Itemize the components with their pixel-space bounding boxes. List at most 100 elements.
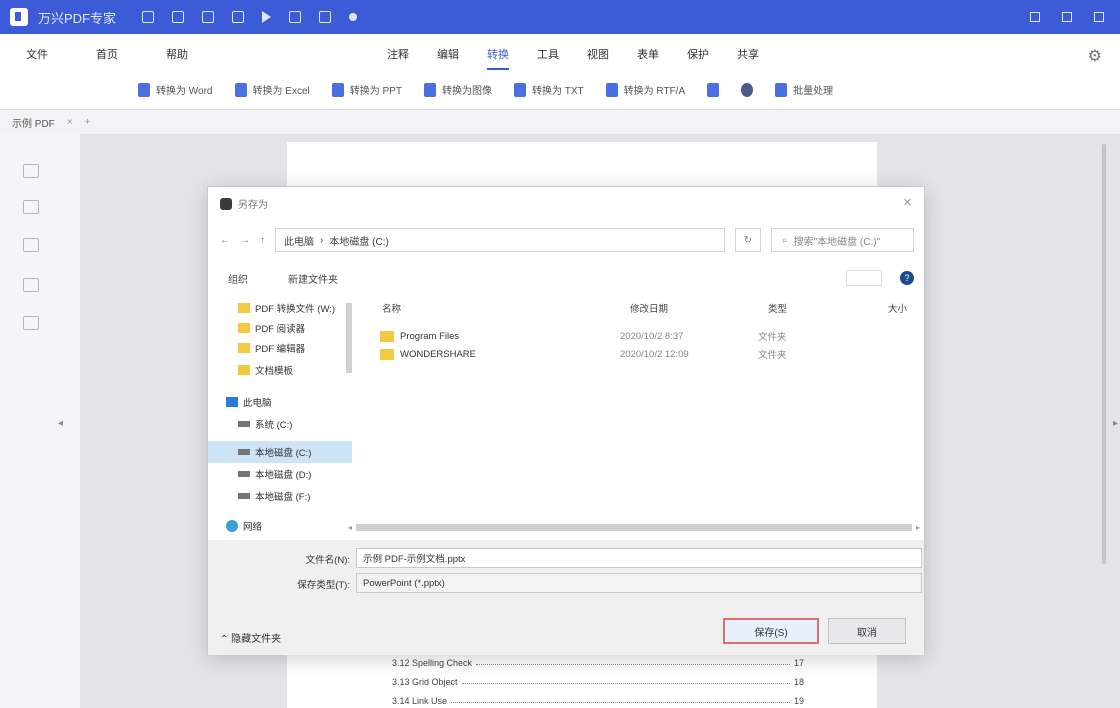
document-scrollbar[interactable] bbox=[1102, 144, 1106, 564]
nav-item-selected[interactable]: 本地磁盘 (C:) bbox=[238, 445, 311, 459]
hide-folders-toggle[interactable]: ⌃ 隐藏文件夹 bbox=[220, 630, 281, 645]
dialog-app-icon bbox=[220, 197, 232, 210]
nav-scrollbar[interactable] bbox=[346, 303, 352, 373]
forward-icon[interactable]: → bbox=[240, 235, 250, 246]
comment-icon[interactable] bbox=[23, 238, 39, 252]
excel-icon bbox=[234, 82, 247, 97]
tab-protect[interactable]: 保护 bbox=[687, 46, 709, 70]
convert-image-button[interactable]: 转换为图像 bbox=[423, 82, 492, 97]
file-row[interactable]: Program Files 2020/10/2 8:37 文件夹 bbox=[380, 329, 810, 343]
folder-icon bbox=[380, 348, 394, 360]
search-icon: ⌕ bbox=[782, 234, 788, 246]
expand-right-panel-icon[interactable]: ▸ bbox=[1113, 418, 1118, 429]
up-icon[interactable]: ↑ bbox=[260, 235, 265, 246]
dialog-close-icon[interactable]: ✕ bbox=[903, 196, 912, 209]
settings-icon[interactable]: ⚙ bbox=[1088, 46, 1102, 66]
folder-icon bbox=[238, 365, 250, 375]
column-header-name[interactable]: 名称 bbox=[382, 301, 401, 315]
dropdown-icon[interactable] bbox=[349, 13, 358, 21]
convert-txt-button[interactable]: 转换为 TXT bbox=[513, 82, 584, 97]
maximize-icon[interactable] bbox=[1062, 12, 1072, 22]
toc-line: 3.13 Grid Object 18 bbox=[392, 677, 804, 687]
nav-item-network[interactable]: 网络 bbox=[226, 519, 262, 533]
search-icon[interactable] bbox=[23, 316, 39, 330]
close-icon[interactable] bbox=[1094, 12, 1104, 22]
undo-icon[interactable] bbox=[289, 11, 302, 23]
column-header-type[interactable]: 类型 bbox=[768, 301, 787, 315]
batch-button[interactable]: 批量处理 bbox=[775, 82, 833, 97]
convert-excel-button[interactable]: 转换为 Excel bbox=[234, 82, 310, 97]
tab-convert[interactable]: 转换 bbox=[487, 46, 509, 70]
tab-share[interactable]: 共享 bbox=[737, 46, 759, 70]
save-icon[interactable] bbox=[142, 11, 155, 23]
column-header-size[interactable]: 大小 bbox=[888, 301, 907, 315]
drive-icon bbox=[238, 449, 250, 455]
nav-item[interactable]: 本地磁盘 (D:) bbox=[238, 467, 311, 481]
thumbnail-icon[interactable] bbox=[23, 164, 39, 178]
nav-item[interactable]: 文档模板 bbox=[238, 363, 293, 377]
tab-comment[interactable]: 注释 bbox=[387, 46, 409, 70]
search-input[interactable]: ⌕ 搜索"本地磁盘 (C:)" bbox=[771, 228, 914, 252]
toc-line: 3.14 Link Use 19 bbox=[392, 696, 804, 706]
address-segment-drive[interactable]: 本地磁盘 (C:) bbox=[329, 233, 388, 248]
filetype-select[interactable]: PowerPoint (*.pptx) bbox=[356, 573, 922, 593]
convert-word-button[interactable]: 转换为 Word bbox=[138, 82, 213, 97]
nav-item[interactable]: 系统 (C:) bbox=[238, 417, 292, 431]
redo-icon[interactable] bbox=[319, 11, 332, 23]
scroll-left-icon[interactable]: ◂ bbox=[348, 523, 352, 532]
convert-ppt-button[interactable]: 转换为 PPT bbox=[331, 82, 402, 97]
bookmark-icon[interactable] bbox=[23, 200, 39, 214]
nav-item-this-pc[interactable]: 此电脑 bbox=[226, 395, 272, 409]
file-list-horizontal-scrollbar[interactable]: ◂ ▸ bbox=[348, 521, 920, 533]
image-icon bbox=[423, 82, 436, 97]
print-icon[interactable] bbox=[172, 11, 185, 23]
collapse-panel-icon[interactable]: ◂ bbox=[58, 418, 63, 429]
command-bar: 组织 新建文件夹 ? bbox=[220, 267, 914, 289]
cancel-button[interactable]: 取消 bbox=[828, 618, 906, 644]
menu-file[interactable]: 文件 bbox=[26, 46, 48, 62]
close-tab-icon[interactable]: × bbox=[67, 117, 73, 128]
new-folder-button[interactable]: 新建文件夹 bbox=[288, 271, 338, 286]
nav-item[interactable]: PDF 阅读器 bbox=[238, 321, 305, 335]
batch-icon bbox=[775, 82, 788, 97]
menu-home[interactable]: 首页 bbox=[96, 46, 118, 62]
nav-item[interactable]: PDF 编辑器 bbox=[238, 341, 305, 355]
convert-rtf-button[interactable]: 转换为 RTF/A bbox=[605, 82, 685, 97]
more-button[interactable] bbox=[707, 82, 720, 97]
tab-tools[interactable]: 工具 bbox=[537, 46, 559, 70]
rtf-icon bbox=[605, 82, 618, 97]
document-tab-label: 示例 PDF bbox=[12, 118, 55, 130]
save-button[interactable]: 保存(S) bbox=[723, 618, 819, 644]
minimize-icon[interactable] bbox=[1030, 12, 1040, 22]
word-icon bbox=[138, 82, 150, 97]
help-icon[interactable]: ? bbox=[900, 271, 914, 285]
save-as-dialog: 另存为 ✕ ← → ↑ 此电脑 › 本地磁盘 (C:) ↻ ⌕ 搜索"本地磁盘 … bbox=[207, 186, 925, 655]
tab-view[interactable]: 视图 bbox=[587, 46, 609, 70]
column-header-date[interactable]: 修改日期 bbox=[630, 301, 668, 315]
tab-form[interactable]: 表单 bbox=[637, 46, 659, 70]
refresh-button[interactable]: ↻ bbox=[735, 228, 761, 252]
nav-item[interactable]: 本地磁盘 (F:) bbox=[238, 489, 310, 503]
tab-edit[interactable]: 编辑 bbox=[437, 46, 459, 70]
add-tab-icon[interactable]: + bbox=[85, 117, 91, 128]
back-icon[interactable]: ← bbox=[220, 235, 230, 246]
address-bar[interactable]: 此电脑 › 本地磁盘 (C:) bbox=[275, 228, 725, 252]
play-icon[interactable] bbox=[262, 11, 272, 23]
address-row: ← → ↑ 此电脑 › 本地磁盘 (C:) ↻ ⌕ 搜索"本地磁盘 (C:)" bbox=[220, 227, 914, 253]
nav-item[interactable]: PDF 转换文件 (W:) bbox=[238, 301, 335, 315]
app-logo-icon bbox=[10, 8, 28, 26]
document-tab[interactable]: 示例 PDF × + bbox=[0, 110, 1120, 134]
open-icon[interactable] bbox=[232, 11, 245, 23]
view-options-button[interactable] bbox=[846, 270, 882, 286]
menu-help[interactable]: 帮助 bbox=[166, 46, 188, 62]
attachment-icon[interactable] bbox=[23, 278, 39, 292]
settings-button[interactable] bbox=[741, 82, 754, 97]
copy-icon[interactable] bbox=[202, 11, 215, 23]
file-row[interactable]: WONDERSHARE 2020/10/2 12:09 文件夹 bbox=[380, 347, 810, 361]
computer-icon bbox=[226, 397, 238, 407]
address-segment-pc[interactable]: 此电脑 bbox=[284, 233, 314, 248]
organize-button[interactable]: 组织 bbox=[228, 271, 248, 286]
filename-input[interactable]: 示例 PDF-示例文档.pptx bbox=[356, 548, 922, 568]
drive-icon bbox=[238, 421, 250, 427]
scroll-right-icon[interactable]: ▸ bbox=[916, 523, 920, 532]
